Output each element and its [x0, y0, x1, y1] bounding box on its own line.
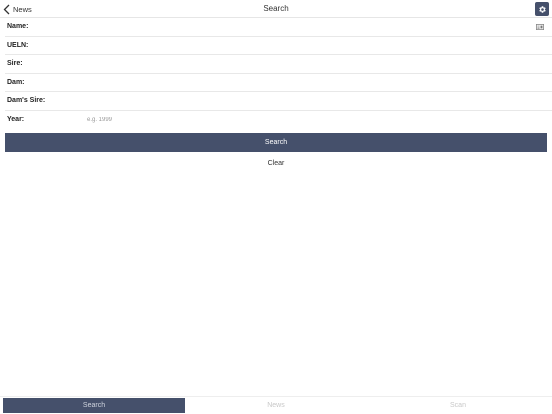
settings-button[interactable] — [535, 2, 549, 16]
ueln-input[interactable] — [85, 38, 530, 53]
card-icon[interactable] — [536, 24, 544, 30]
dam-label: Dam: — [7, 78, 25, 86]
year-input[interactable] — [85, 112, 530, 127]
dams-sire-input[interactable] — [85, 94, 530, 108]
form-row-sire: Sire: — [5, 55, 552, 74]
form-row-dams-sire: Dam's Sire: — [5, 92, 552, 111]
tab-news[interactable]: News — [185, 398, 367, 413]
tab-scan[interactable]: Scan — [367, 398, 549, 413]
form-row-name: Name: — [5, 18, 552, 37]
ueln-label: UELN: — [7, 41, 29, 49]
dam-input[interactable] — [85, 75, 530, 90]
name-label: Name: — [7, 23, 29, 30]
tab-bar: Search News Scan — [0, 396, 552, 414]
clear-button[interactable]: Clear — [0, 160, 552, 167]
form-row-ueln: UELN: — [5, 37, 552, 55]
search-button[interactable]: Search — [5, 133, 547, 152]
navigation-bar: News Search — [0, 0, 552, 18]
tab-search[interactable]: Search — [3, 398, 185, 413]
form-row-year: Year: — [5, 111, 552, 130]
dams-sire-label: Dam's Sire: — [7, 97, 46, 104]
search-form: Name: UELN: Sire: Dam: Dam's Sire: Year:… — [0, 18, 552, 129]
sire-label: Sire: — [7, 60, 23, 67]
name-input[interactable] — [85, 20, 530, 34]
sire-input[interactable] — [85, 57, 530, 71]
page-title: Search — [263, 4, 289, 13]
gear-icon — [538, 5, 546, 13]
app-root: News Search Name: UELN: Sire: Dam: Dam's… — [0, 0, 552, 414]
year-label: Year: — [7, 115, 25, 123]
form-row-dam: Dam: — [5, 74, 552, 92]
